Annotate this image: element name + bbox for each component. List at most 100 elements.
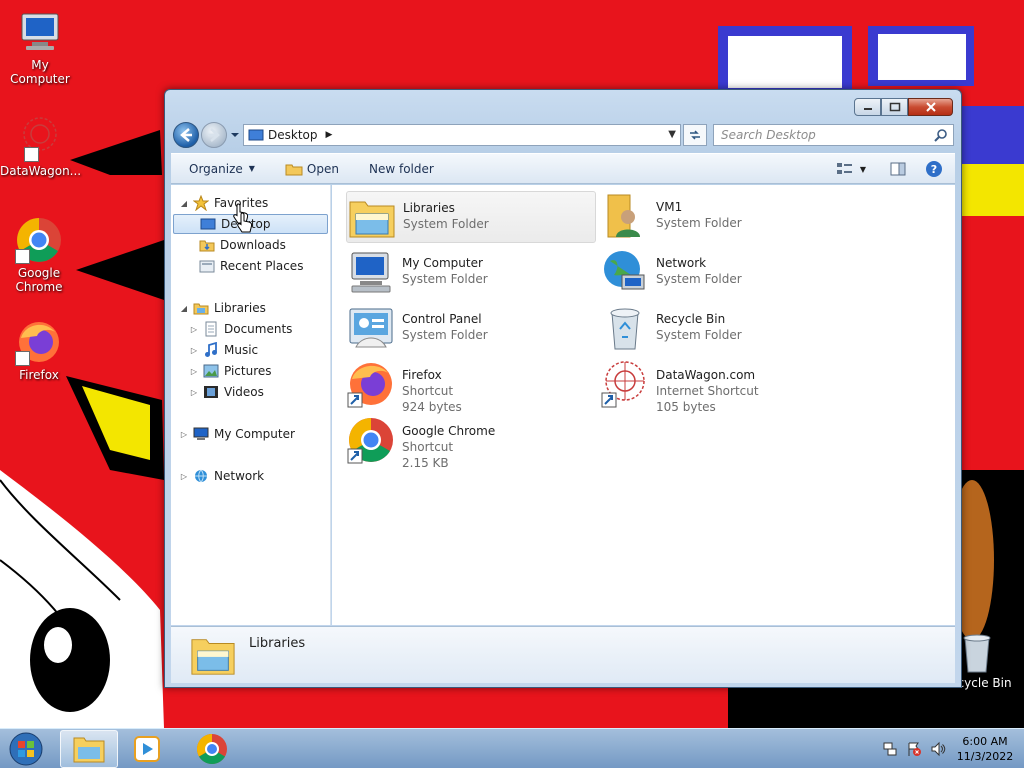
system-clock[interactable]: 6:00 AM 11/3/2022 [954,734,1016,764]
taskbar-chrome-button[interactable] [183,730,241,768]
action-center-flag-icon[interactable] [906,741,922,757]
minimize-icon [863,108,872,110]
item-type: System Folder [402,272,488,286]
media-player-icon [134,736,160,762]
item-name: My Computer [402,256,483,270]
address-dropdown-icon[interactable]: ▼ [668,129,676,140]
collapsed-arrow-icon[interactable]: ▷ [189,388,199,397]
search-input[interactable]: Search Desktop [713,124,954,146]
change-view-button[interactable]: ▼ [831,158,871,180]
tree-item-network[interactable]: ▷ Network [179,466,264,486]
videos-icon [204,386,218,398]
preview-pane-icon [890,162,906,176]
collapsed-arrow-icon[interactable]: ▷ [189,325,199,334]
item-type: System Folder [656,272,742,286]
recent-pages-dropdown[interactable] [230,130,240,140]
control-panel-icon [346,303,396,353]
collapsed-arrow-icon[interactable]: ▷ [179,430,189,439]
item-size: 105 bytes [656,400,716,414]
item-type: System Folder [656,216,742,230]
item-type: System Folder [656,328,742,342]
restore-icon [889,102,900,112]
item-recycle-bin[interactable]: Recycle Bin System Folder [600,303,850,355]
help-button[interactable]: ? [921,158,947,180]
desktop-icon-google-chrome[interactable]: Google Chrome [0,216,79,294]
new-folder-label: New folder [368,161,434,176]
item-size: 2.15 KB [402,456,449,470]
back-button[interactable] [173,122,199,148]
volume-icon[interactable] [930,741,946,757]
chrome-icon [196,734,227,765]
star-icon [193,195,209,211]
refresh-button[interactable] [683,124,707,146]
desktop-folder-icon [248,129,264,141]
item-name: VM1 [656,200,683,214]
clock-time: 6:00 AM [962,735,1008,748]
breadcrumb-desktop[interactable]: Desktop [268,128,318,142]
item-size: 924 bytes [402,400,462,414]
start-button[interactable] [6,730,46,768]
item-google-chrome[interactable]: Google Chrome Shortcut 2.15 KB [346,415,596,470]
tree-item-recent-places[interactable]: Recent Places [199,256,303,276]
tree-item-libraries[interactable]: ◢ Libraries [179,298,266,318]
my-computer-icon [16,8,64,56]
organize-button[interactable]: Organize ▼ [181,157,263,181]
tree-item-pictures[interactable]: ▷ Pictures [189,361,272,381]
desktop-icon-datawagon[interactable]: DataWagon... [0,114,81,178]
datawagon-icon [600,359,650,409]
collapsed-arrow-icon[interactable]: ▷ [189,367,199,376]
open-button[interactable]: Open [277,157,347,181]
collapsed-arrow-icon[interactable]: ▷ [179,472,189,481]
expanded-arrow-icon[interactable]: ◢ [179,304,189,313]
maximize-button[interactable] [881,98,908,116]
item-firefox[interactable]: Firefox Shortcut 924 bytes [346,359,596,414]
new-folder-button[interactable]: New folder [361,157,442,181]
taskbar: 6:00 AM 11/3/2022 [0,728,1024,768]
tree-item-downloads[interactable]: Downloads [199,235,286,255]
tree-item-videos[interactable]: ▷ Videos [189,382,264,402]
network-globe-icon [600,247,650,297]
item-vm1[interactable]: VM1 System Folder [600,191,850,243]
computer-icon [193,427,209,440]
item-datawagon[interactable]: DataWagon.com Internet Shortcut 105 byte… [600,359,850,414]
preview-pane-button[interactable] [885,158,911,180]
forward-button[interactable] [201,122,227,148]
arrow-left-icon [180,128,192,142]
network-tray-icon[interactable] [882,741,898,757]
item-libraries[interactable]: Libraries System Folder [346,191,596,243]
breadcrumb-chevron-icon[interactable]: ▶ [326,130,333,140]
chrome-icon [346,415,396,465]
recent-places-label: Recent Places [220,259,304,273]
details-pane: Libraries [171,626,955,683]
item-my-computer[interactable]: My Computer System Folder [346,247,596,299]
organize-label: Organize [189,161,243,176]
address-bar[interactable]: Desktop ▶ ▼ [243,124,681,146]
taskbar-explorer-button[interactable] [60,730,118,768]
libraries-folder-icon [189,632,237,678]
recycle-bin-icon [600,303,650,353]
item-name: Recycle Bin [656,312,726,326]
network-icon [195,469,207,483]
recycle-bin-icon [957,630,997,674]
desktop-icon-firefox[interactable]: Firefox [0,318,79,382]
taskbar-media-player-button[interactable] [118,730,176,768]
item-name: Libraries [403,201,455,215]
search-icon[interactable] [934,128,948,142]
item-network[interactable]: Network System Folder [600,247,850,299]
collapsed-arrow-icon[interactable]: ▷ [189,346,199,355]
item-control-panel[interactable]: Control Panel System Folder [346,303,596,355]
tree-item-my-computer[interactable]: ▷ My Computer [179,424,295,444]
desktop-icon-my-computer[interactable]: My Computer [0,8,80,86]
shortcut-arrow-icon [15,351,30,366]
tree-item-documents[interactable]: ▷ Documents [189,319,292,339]
tree-item-favorites[interactable]: ◢ Favorites [179,193,268,213]
expanded-arrow-icon[interactable]: ◢ [179,199,189,208]
close-button[interactable] [908,98,953,116]
minimize-button[interactable] [854,98,881,116]
system-tray: 6:00 AM 11/3/2022 [882,729,1016,768]
explorer-folder-icon [73,737,105,763]
network-label: Network [214,469,265,483]
shortcut-arrow-icon [24,147,39,162]
open-folder-icon [285,164,303,175]
tree-item-music[interactable]: ▷ Music [189,340,258,360]
